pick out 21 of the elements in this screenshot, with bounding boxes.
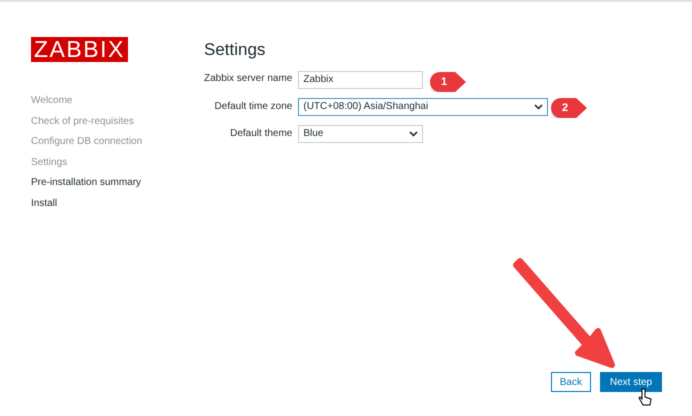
page-title: Settings xyxy=(204,40,266,60)
select-field[interactable]: Blue xyxy=(298,124,424,142)
step-item: Check of pre-requisites xyxy=(31,114,135,128)
field-label: Zabbix server name xyxy=(204,73,292,84)
callout-marker: 1 xyxy=(430,72,466,92)
chevron-down-icon xyxy=(534,104,544,110)
field-label: Default time zone xyxy=(214,101,292,112)
hand-cursor-icon xyxy=(638,388,652,406)
chevron-down-icon xyxy=(409,130,418,136)
input-field[interactable]: Zabbix xyxy=(298,70,424,88)
next-step-button[interactable]: Next step xyxy=(600,372,662,392)
step-item: Welcome xyxy=(31,94,74,108)
back-button[interactable]: Back xyxy=(550,372,591,392)
step-item: Install xyxy=(31,196,58,210)
zabbix-logo: ZABBIX xyxy=(31,37,128,62)
select-field[interactable]: (UTC+08:00) Asia/Shanghai xyxy=(298,98,548,116)
step-item: Pre-installation summary xyxy=(31,176,142,190)
step-item: Settings xyxy=(31,156,68,169)
callout-marker: 2 xyxy=(551,98,587,118)
field-label: Default theme xyxy=(229,128,292,139)
step-item: Configure DB connection xyxy=(31,135,144,148)
